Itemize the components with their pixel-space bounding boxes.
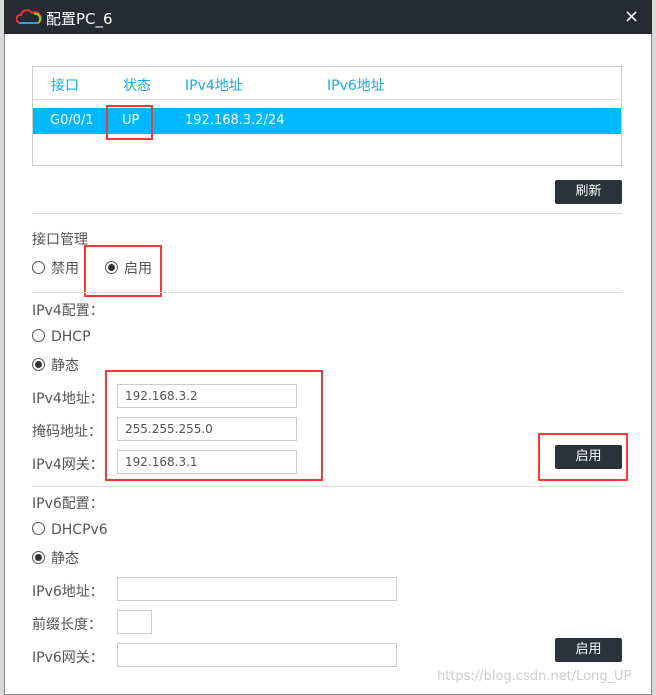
- ipv6-gateway-label: IPv6网关：: [32, 650, 104, 666]
- ipv4-gateway-label: IPv4网关：: [32, 457, 104, 473]
- radio-static-v6[interactable]: 静态: [32, 548, 79, 568]
- ipv6-apply-button[interactable]: 启用: [555, 638, 622, 662]
- radio-dhcp[interactable]: DHCP: [32, 329, 91, 345]
- radio-disable[interactable]: 禁用: [32, 258, 79, 278]
- radio-icon: [32, 329, 45, 342]
- header-divider: [33, 99, 621, 100]
- interface-mgmt-title: 接口管理: [32, 232, 88, 248]
- radio-checked-icon: [32, 551, 45, 564]
- ipv6-address-label: IPv6地址：: [32, 584, 104, 600]
- divider: [32, 292, 622, 293]
- radio-icon: [32, 522, 45, 535]
- radio-label: DHCPv6: [51, 522, 108, 538]
- divider: [32, 213, 622, 214]
- col-status: 状态: [123, 78, 151, 94]
- ipv4-address-label: IPv4地址：: [32, 391, 104, 407]
- prefix-label: 前缀长度：: [32, 617, 102, 633]
- col-ipv6: IPv6地址: [327, 78, 385, 94]
- watermark: https://blog.csdn.net/Long_UP: [437, 669, 632, 684]
- highlight-box-ipv4: [105, 370, 323, 481]
- col-interface: 接口: [51, 78, 79, 94]
- col-ipv4: IPv4地址: [185, 78, 243, 94]
- radio-checked-icon: [32, 358, 45, 371]
- ipv6-gateway-input[interactable]: [117, 643, 397, 667]
- refresh-button[interactable]: 刷新: [555, 180, 622, 204]
- close-icon[interactable]: ×: [624, 6, 639, 27]
- title-bar: 配置PC_6 ×: [4, 0, 652, 34]
- radio-label: 禁用: [51, 261, 79, 277]
- radio-label: 静态: [51, 358, 79, 374]
- radio-icon: [32, 261, 45, 274]
- radio-static[interactable]: 静态: [32, 355, 79, 375]
- mask-label: 掩码地址：: [32, 424, 102, 440]
- radio-label: DHCP: [51, 329, 91, 345]
- prefix-input[interactable]: [117, 610, 152, 634]
- ipv4-title: IPv4配置：: [32, 303, 104, 319]
- ipv6-title: IPv6配置：: [32, 496, 104, 512]
- radio-dhcpv6[interactable]: DHCPv6: [32, 522, 108, 538]
- highlight-box-enable: [84, 245, 162, 297]
- highlight-box-status: [106, 105, 153, 140]
- dialog-title: 配置PC_6: [46, 10, 113, 28]
- highlight-box-apply: [538, 433, 628, 481]
- cloud-logo-icon: [16, 9, 42, 24]
- ipv6-address-input[interactable]: [117, 577, 397, 601]
- radio-label: 静态: [51, 551, 79, 567]
- cell-ipv4: 192.168.3.2/24: [185, 113, 285, 128]
- divider: [32, 486, 622, 487]
- cell-interface: G0/0/1: [50, 113, 94, 128]
